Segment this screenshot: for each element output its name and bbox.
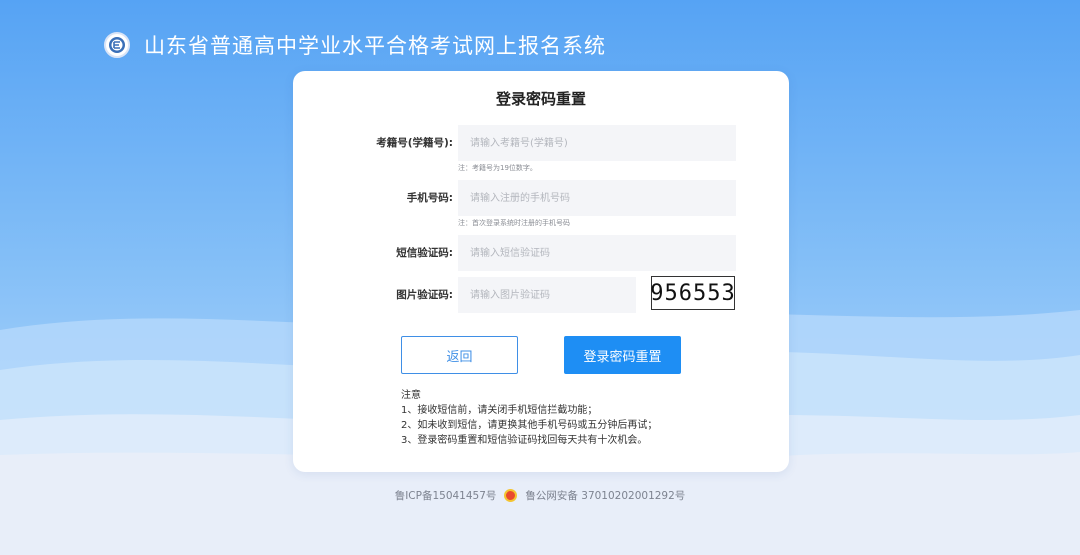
sms-code-label: 短信验证码: <box>396 247 453 259</box>
note-item: 1、接收短信前，请关闭手机短信拦截功能； <box>401 405 598 416</box>
site-footer: 鲁ICP备15041457号 鲁公网安备 37010202001292号 <box>0 488 1080 503</box>
phone-hint: 注：首次登录系统时注册的手机号码 <box>458 219 570 227</box>
notes: 注意 1、接收短信前，请关闭手机短信拦截功能； 2、如未收到短信，请更换其他手机… <box>401 388 657 448</box>
phone-label: 手机号码: <box>406 192 453 204</box>
exam-no-input[interactable] <box>458 125 736 161</box>
note-item: 2、如未收到短信，请更换其他手机号码或五分钟后再试； <box>401 420 658 431</box>
site-title: 山东省普通高中学业水平合格考试网上报名系统 <box>144 34 606 58</box>
exam-no-row: 考籍号(学籍号): <box>293 125 789 161</box>
image-code-label: 图片验证码: <box>396 289 453 301</box>
phone-input[interactable] <box>458 180 736 216</box>
note-item: 3、登录密码重置和短信验证码找回每天共有十次机会。 <box>401 435 648 446</box>
password-reset-card: 登录密码重置 考籍号(学籍号): 注：考籍号为19位数字。 手机号码: 注：首次… <box>293 71 789 472</box>
sms-code-input[interactable] <box>458 235 736 271</box>
captcha-image[interactable]: 956553 <box>650 276 735 310</box>
site-header: 山东省普通高中学业水平合格考试网上报名系统 <box>104 30 606 60</box>
exam-emblem-icon <box>104 32 130 58</box>
exam-no-label: 考籍号(学籍号): <box>376 137 453 149</box>
police-record-link[interactable]: 鲁公网安备 37010202001292号 <box>525 488 685 503</box>
back-button[interactable]: 返回 <box>401 336 518 374</box>
notes-title: 注意 <box>401 390 421 401</box>
image-code-input[interactable] <box>458 277 636 313</box>
exam-no-hint: 注：考籍号为19位数字。 <box>458 164 537 172</box>
icp-link[interactable]: 鲁ICP备15041457号 <box>395 488 497 503</box>
sms-code-row: 短信验证码: <box>293 235 789 271</box>
image-code-row: 图片验证码: 956553 <box>293 276 789 313</box>
card-title: 登录密码重置 <box>495 90 586 108</box>
phone-row: 手机号码: <box>293 180 789 216</box>
police-badge-icon <box>504 489 518 502</box>
reset-password-button[interactable]: 登录密码重置 <box>564 336 681 374</box>
